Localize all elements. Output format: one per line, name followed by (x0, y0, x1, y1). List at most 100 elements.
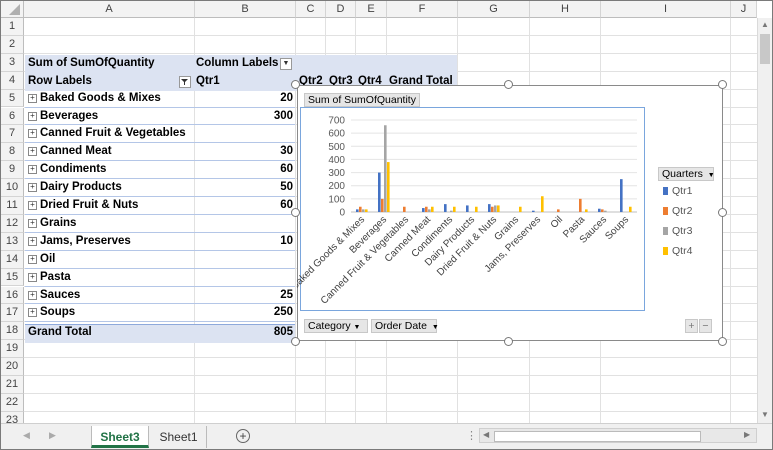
column-header-g[interactable]: G (458, 1, 530, 18)
pivot-grand-total-label: Grand Total (28, 326, 92, 338)
pivot-row-item[interactable]: + Jams, Preserves (28, 233, 131, 250)
column-header-h[interactable]: H (530, 1, 601, 18)
pivot-row-item[interactable]: + Baked Goods & Mixes (28, 90, 161, 107)
column-header-b[interactable]: B (195, 1, 296, 18)
scroll-right-icon[interactable]: ▶ (744, 430, 750, 439)
column-header-a[interactable]: A (24, 1, 195, 18)
pivot-row-item[interactable]: + Soups (28, 304, 75, 321)
pivot-row-item[interactable]: + Dried Fruit & Nuts (28, 197, 138, 214)
select-all-corner[interactable] (1, 1, 24, 18)
row-header-15[interactable]: 15 (1, 268, 24, 287)
add-sheet-button[interactable]: + (236, 429, 250, 443)
legend-item[interactable]: Qtr1 (663, 185, 692, 197)
row-header-16[interactable]: 16 (1, 286, 24, 305)
row-header-22[interactable]: 22 (1, 393, 24, 412)
order-date-field-button[interactable]: Order Date ▼ (371, 319, 439, 333)
row-header-5[interactable]: 5 (1, 89, 24, 108)
expand-icon[interactable]: + (28, 165, 37, 175)
expand-icon[interactable]: + (28, 236, 37, 246)
expand-icon[interactable]: + (28, 111, 37, 121)
pivot-row-item[interactable]: + Oil (28, 251, 55, 268)
column-header-d[interactable]: D (326, 1, 356, 18)
legend-quarters-button[interactable]: Quarters ▼ (658, 167, 715, 181)
row-header-12[interactable]: 12 (1, 214, 24, 233)
pivot-cell-qtr1: 50 (280, 181, 293, 194)
row-labels-filter-button[interactable] (179, 76, 191, 88)
expand-icon[interactable]: + (28, 183, 37, 193)
pivot-row-item[interactable]: + Sauces (28, 287, 80, 304)
expand-icon[interactable]: + (28, 290, 37, 300)
horizontal-scrollbar[interactable]: ◀ ▶ (479, 428, 757, 443)
row-header-21[interactable]: 21 (1, 376, 24, 394)
pivot-row-label: Jams, Preserves (40, 234, 131, 247)
bar (356, 209, 359, 212)
next-sheet-icon[interactable]: ▶ (49, 430, 56, 441)
expand-icon[interactable]: + (28, 308, 37, 318)
row-header-8[interactable]: 8 (1, 143, 24, 162)
row-header-1[interactable]: 1 (1, 18, 24, 36)
tab-sheet1[interactable]: Sheet1 (151, 426, 207, 448)
legend-item[interactable]: Qtr3 (663, 225, 692, 237)
pivot-row-item[interactable]: + Canned Meat (28, 143, 112, 160)
y-tick-label: 100 (328, 194, 345, 205)
row-header-6[interactable]: 6 (1, 107, 24, 126)
legend-item[interactable]: Qtr2 (663, 205, 692, 217)
scroll-thumb-vertical[interactable] (760, 34, 770, 64)
row-header-2[interactable]: 2 (1, 35, 24, 54)
legend-title: Quarters (662, 168, 703, 180)
pivot-row-item[interactable]: + Condiments (28, 161, 106, 178)
bar (381, 198, 384, 212)
scroll-thumb-horizontal[interactable] (494, 431, 701, 442)
gridline-horizontal (24, 357, 757, 359)
scroll-up-icon[interactable]: ▲ (761, 20, 769, 29)
bar (444, 204, 447, 212)
pivot-cell-qtr1: 60 (280, 163, 293, 176)
category-field-button[interactable]: Category ▼ (304, 319, 368, 333)
legend-item[interactable]: Qtr4 (663, 245, 692, 257)
pivot-row-item[interactable]: + Canned Fruit & Vegetables (28, 125, 186, 142)
chevron-down-icon: ▼ (431, 324, 439, 331)
sheet-options-icon[interactable]: ⋮ (466, 429, 477, 442)
expand-icon[interactable]: + (28, 147, 37, 157)
scroll-down-icon[interactable]: ▼ (761, 410, 769, 419)
pivot-row-item[interactable]: + Pasta (28, 269, 71, 286)
column-header-e[interactable]: E (356, 1, 387, 18)
row-header-3[interactable]: 3 (1, 53, 24, 72)
collapse-field-button[interactable]: − (699, 319, 712, 333)
row-header-13[interactable]: 13 (1, 232, 24, 251)
row-header-10[interactable]: 10 (1, 179, 24, 197)
column-labels-filter-button[interactable]: ▼ (280, 58, 292, 70)
bar (403, 206, 406, 212)
column-header-f[interactable]: F (387, 1, 458, 18)
row-header-14[interactable]: 14 (1, 250, 24, 269)
row-header-19[interactable]: 19 (1, 340, 24, 359)
vertical-scrollbar[interactable]: ▲ ▼ (757, 18, 772, 423)
row-header-20[interactable]: 20 (1, 358, 24, 376)
category-label: Category (308, 320, 351, 332)
pivot-row-item[interactable]: + Beverages (28, 108, 98, 125)
expand-icon[interactable]: + (28, 218, 37, 228)
expand-icon[interactable]: + (28, 272, 37, 282)
row-header-9[interactable]: 9 (1, 161, 24, 180)
column-header-i[interactable]: I (601, 1, 731, 18)
row-header-4[interactable]: 4 (1, 71, 24, 90)
expand-icon[interactable]: + (28, 254, 37, 264)
row-header-11[interactable]: 11 (1, 197, 24, 215)
pivot-row-item[interactable]: + Dairy Products (28, 179, 122, 196)
row-header-17[interactable]: 17 (1, 304, 24, 323)
scroll-left-icon[interactable]: ◀ (483, 430, 489, 439)
column-header-j[interactable]: J (731, 1, 757, 18)
expand-icon[interactable]: + (28, 129, 37, 139)
row-header-18[interactable]: 18 (1, 322, 24, 341)
pivot-row-item[interactable]: + Grains (28, 215, 76, 232)
pivot-value-field[interactable]: Sum of SumOfQuantity (28, 55, 155, 72)
expand-field-button[interactable]: + (685, 319, 698, 333)
pivot-cell-qtr1: 30 (280, 145, 293, 158)
expand-icon[interactable]: + (28, 93, 37, 103)
column-header-c[interactable]: C (296, 1, 326, 18)
row-header-7[interactable]: 7 (1, 125, 24, 144)
pivot-cell-qtr1: 10 (280, 234, 293, 247)
expand-icon[interactable]: + (28, 201, 37, 210)
prev-sheet-icon[interactable]: ◀ (23, 430, 30, 441)
tab-sheet3[interactable]: Sheet3 (91, 426, 149, 448)
